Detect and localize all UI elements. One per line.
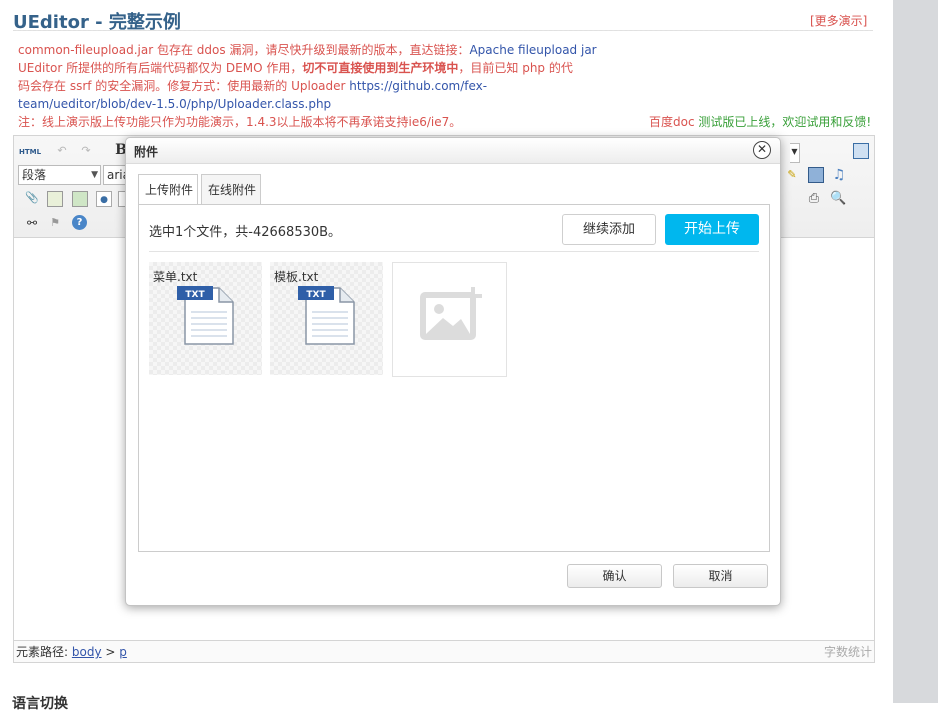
- map-icon[interactable]: ●: [96, 191, 112, 207]
- element-path-label: 元素路径:: [16, 645, 69, 659]
- notice-text: 码会存在 ssrf 的安全漏洞。修复方式：使用最新的 Uploader: [18, 79, 350, 93]
- fileupload-link[interactable]: Apache fileupload jar: [469, 43, 596, 57]
- notice-text: UEditor 所提供的所有后端代码都仅为 DEMO 作用，: [18, 61, 303, 75]
- paragraph-select[interactable]: 段落 ▼: [18, 165, 101, 185]
- attachment-dialog: 附件 ✕ 上传附件 在线附件 选中1个文件，共-42668530B。 继续添加 …: [125, 137, 781, 606]
- notice-line-5: 注：线上演示版上传功能只作为功能演示，1.4.3以上版本将不再承诺支持ie6/i…: [18, 115, 462, 129]
- path-separator: >: [101, 645, 120, 659]
- image-icon[interactable]: [47, 191, 63, 207]
- scrawl-icon[interactable]: ✎: [784, 167, 800, 183]
- upload-status-text: 选中1个文件，共-42668530B。: [149, 225, 342, 240]
- notice-line-3: 码会存在 ssrf 的安全漏洞。修复方式：使用最新的 Uploader http…: [18, 77, 487, 95]
- undo-icon[interactable]: ↶: [54, 143, 70, 159]
- dialog-header: 附件 ✕: [126, 138, 780, 164]
- search-replace-icon[interactable]: ⚯: [24, 215, 40, 231]
- upload-panel: 选中1个文件，共-42668530B。 继续添加 开始上传 菜单.txt TXT…: [138, 204, 770, 552]
- attachment-icon[interactable]: 📎: [24, 190, 40, 206]
- word-count: 字数统计: [823, 645, 872, 659]
- paragraph-select-value: 段落: [22, 168, 47, 182]
- baidu-doc-link[interactable]: 测试版已上线，欢迎试用和反馈!: [698, 115, 871, 129]
- redo-icon[interactable]: ↷: [78, 143, 94, 159]
- title-divider: [13, 30, 873, 31]
- path-p-link[interactable]: p: [119, 645, 127, 659]
- more-demo-link[interactable]: [更多演示]: [810, 12, 867, 29]
- file-item[interactable]: 菜单.txt TXT: [149, 262, 262, 375]
- github-link-continued[interactable]: team/ueditor/blob/dev-1.5.0/php/Uploader…: [18, 97, 331, 111]
- format-painter-icon[interactable]: ⚑: [47, 215, 63, 231]
- notice-line-1: common-fileupload.jar 包存在 ddos 漏洞，请尽快升级到…: [18, 41, 597, 59]
- chevron-down-icon: ▼: [91, 170, 98, 180]
- notice-line-2: UEditor 所提供的所有后端代码都仅为 DEMO 作用，切不可直接使用到生产…: [18, 59, 573, 77]
- panel-divider: [149, 251, 759, 252]
- txt-file-icon: TXT: [177, 286, 234, 345]
- chevron-down-icon[interactable]: ▼: [790, 143, 800, 163]
- notice-text: 百度doc: [649, 115, 699, 129]
- file-item[interactable]: 模板.txt TXT: [270, 262, 383, 375]
- fullscreen-icon[interactable]: [853, 143, 869, 159]
- close-icon[interactable]: ✕: [753, 141, 771, 159]
- txt-label: TXT: [185, 290, 205, 300]
- add-file-tile[interactable]: [392, 262, 507, 377]
- print-icon[interactable]: ⎙: [806, 191, 822, 207]
- multi-image-icon[interactable]: [72, 191, 88, 207]
- confirm-button[interactable]: 确认: [567, 564, 662, 588]
- partial-heading: 语言切换: [12, 696, 68, 712]
- notice-text: ，目前已知 php 的代: [458, 61, 573, 75]
- tab-online[interactable]: 在线附件: [201, 174, 261, 204]
- font-family-select[interactable]: aria: [103, 165, 130, 185]
- baidu-doc-notice: 百度doc 测试版已上线，欢迎试用和反馈!: [649, 113, 871, 130]
- video-icon[interactable]: [808, 167, 824, 183]
- notice-line-4: team/ueditor/blob/dev-1.5.0/php/Uploader…: [18, 95, 331, 113]
- editor-statusbar: 元素路径: body > p 字数统计: [14, 640, 874, 662]
- path-body-link[interactable]: body: [72, 645, 102, 659]
- dialog-title: 附件: [134, 145, 159, 159]
- notice-text: common-fileupload.jar 包存在 ddos 漏洞，请尽快升级到…: [18, 43, 470, 57]
- add-more-button[interactable]: 继续添加: [562, 214, 656, 245]
- txt-label: TXT: [306, 290, 326, 300]
- music-icon[interactable]: ♫: [831, 167, 847, 183]
- cancel-button[interactable]: 取消: [673, 564, 768, 588]
- add-image-icon: [420, 287, 482, 340]
- notice-bold: 切不可直接使用到生产环境中: [302, 61, 459, 75]
- tab-upload[interactable]: 上传附件: [138, 174, 198, 205]
- start-upload-button[interactable]: 开始上传: [665, 214, 759, 245]
- html-source-icon[interactable]: HTML: [18, 144, 42, 160]
- element-path: 元素路径: body > p: [16, 641, 127, 663]
- preview-icon[interactable]: 🔍: [830, 191, 846, 207]
- page-right-gutter: [893, 0, 938, 703]
- github-link[interactable]: https://github.com/fex-: [349, 79, 487, 93]
- txt-file-icon: TXT: [298, 286, 355, 345]
- help-icon[interactable]: ?: [72, 215, 87, 230]
